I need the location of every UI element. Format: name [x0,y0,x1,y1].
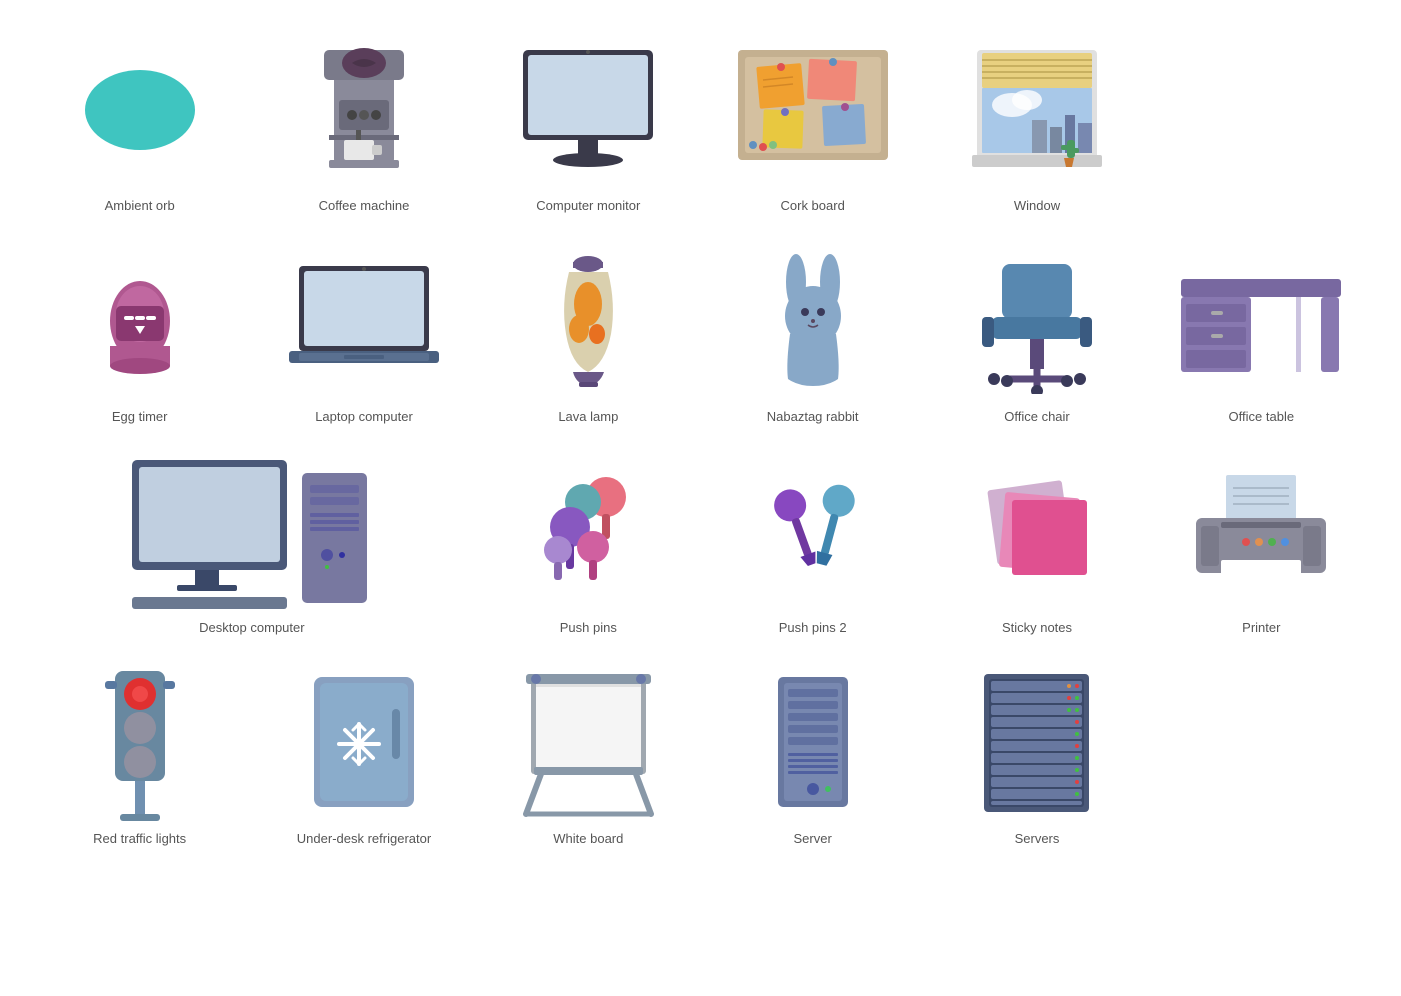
sticky-notes-label: Sticky notes [1002,620,1072,635]
desktop-computer-icon [35,452,469,612]
window-item: Window [927,20,1146,221]
printer-icon [1157,452,1366,612]
office-table-item: Office table [1152,231,1371,432]
push-pins-2-icon [708,452,917,612]
office-chair-label: Office chair [1004,409,1070,424]
white-board-item: White board [479,653,698,854]
computer-monitor-label: Computer monitor [536,198,640,213]
refrigerator-item: Under-desk refrigerator [254,653,473,854]
egg-timer-label: Egg timer [112,409,168,424]
cork-board-icon [708,30,917,190]
egg-timer-icon [35,241,244,401]
white-board-label: White board [553,831,623,846]
printer-item: Printer [1152,442,1371,643]
laptop-computer-label: Laptop computer [315,409,413,424]
nabaztag-rabbit-item: Nabaztag rabbit [703,231,922,432]
lava-lamp-label: Lava lamp [558,409,618,424]
refrigerator-icon [259,663,468,823]
nabaztag-rabbit-icon [708,241,917,401]
office-chair-item: Office chair [927,231,1146,432]
servers-item: Servers [927,653,1146,854]
refrigerator-label: Under-desk refrigerator [297,831,431,846]
cork-board-item: Cork board [703,20,922,221]
ambient-orb-label: Ambient orb [105,198,175,213]
server-label: Server [794,831,832,846]
coffee-machine-item: Coffee machine [254,20,473,221]
servers-label: Servers [1015,831,1060,846]
traffic-lights-label: Red traffic lights [93,831,186,846]
server-icon [708,663,917,823]
servers-icon [932,663,1141,823]
laptop-computer-icon [259,241,468,401]
window-label: Window [1014,198,1060,213]
push-pins-2-item: Push pins 2 [703,442,922,643]
push-pins-item: Push pins [479,442,698,643]
laptop-computer-item: Laptop computer [254,231,473,432]
nabaztag-rabbit-label: Nabaztag rabbit [767,409,859,424]
coffee-machine-icon [259,30,468,190]
coffee-machine-label: Coffee machine [319,198,410,213]
ambient-orb-item: Ambient orb [30,20,249,221]
sticky-notes-item: Sticky notes [927,442,1146,643]
push-pins-icon [484,452,693,612]
computer-monitor-icon [484,30,693,190]
egg-timer-item: Egg timer [30,231,249,432]
ambient-orb-icon [35,30,244,190]
sticky-notes-icon [932,452,1141,612]
lava-lamp-icon [484,241,693,401]
window-icon [932,30,1141,190]
push-pins-label: Push pins [560,620,617,635]
white-board-icon [484,663,693,823]
office-table-icon [1157,241,1366,401]
traffic-lights-item: Red traffic lights [30,653,249,854]
lava-lamp-item: Lava lamp [479,231,698,432]
server-item: Server [703,653,922,854]
computer-monitor-item: Computer monitor [479,20,698,221]
desktop-computer-label: Desktop computer [199,620,305,635]
office-table-label: Office table [1229,409,1295,424]
desktop-computer-item: Desktop computer [30,442,474,643]
push-pins-2-label: Push pins 2 [779,620,847,635]
traffic-lights-icon [35,663,244,823]
printer-label: Printer [1242,620,1280,635]
cork-board-label: Cork board [781,198,845,213]
office-chair-icon [932,241,1141,401]
